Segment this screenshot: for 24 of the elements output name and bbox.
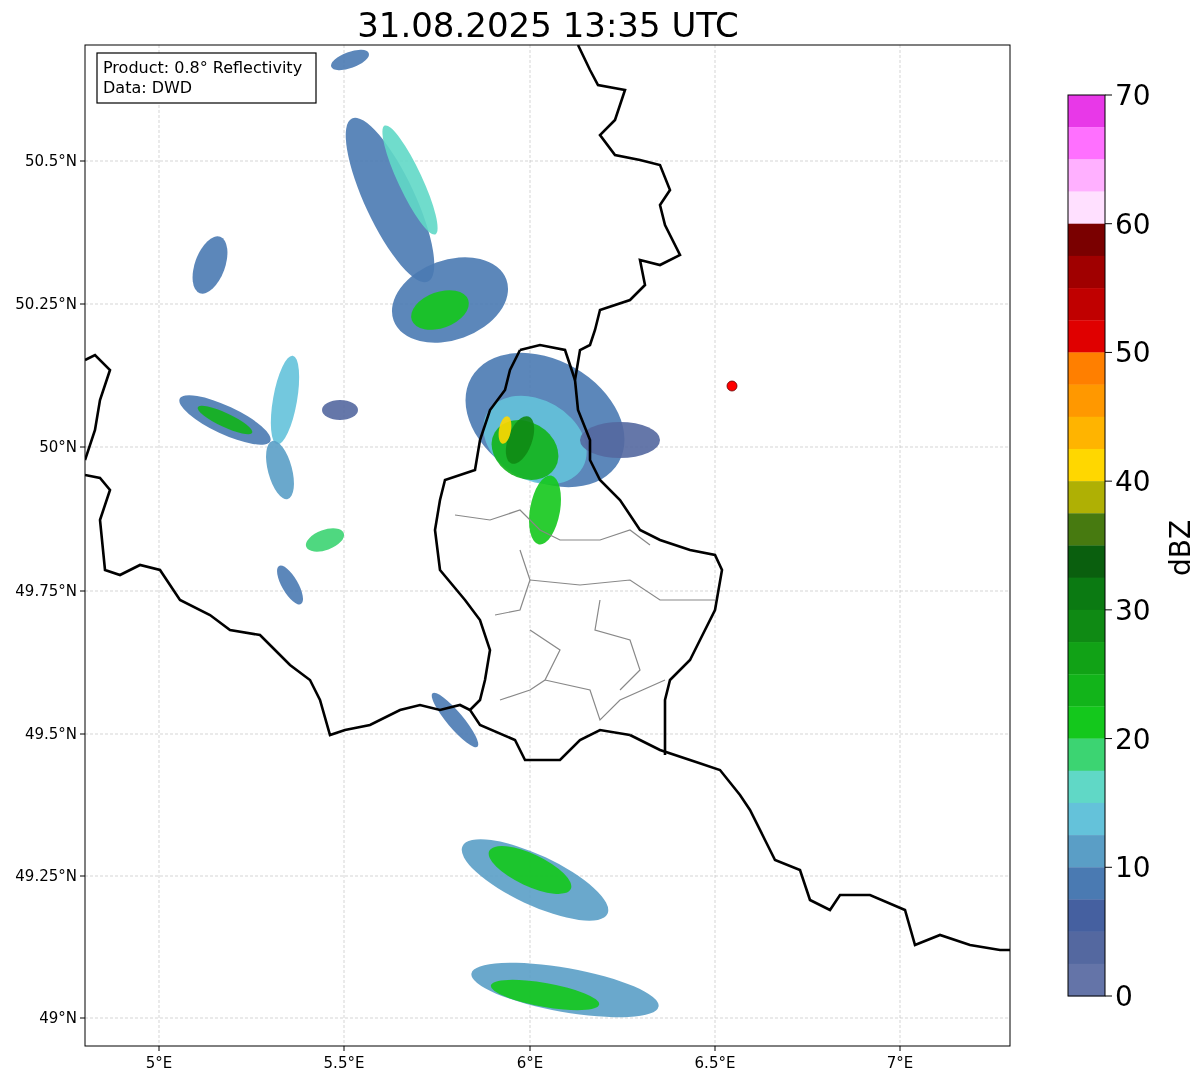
colorbar-tick-label: 30 bbox=[1115, 593, 1151, 627]
latitude-label: 50.5°N bbox=[24, 152, 77, 170]
latitude-label: 49°N bbox=[39, 1009, 77, 1027]
colorbar-tick-label: 10 bbox=[1115, 851, 1151, 885]
latitude-label: 49.5°N bbox=[24, 725, 77, 743]
latitude-label: 50.25°N bbox=[15, 295, 77, 313]
longitude-label: 6°E bbox=[516, 1054, 544, 1072]
longitude-label: 6.5°E bbox=[694, 1054, 736, 1072]
info-text: Data: DWD bbox=[103, 78, 193, 97]
chart-title: 31.08.2025 13:35 UTC bbox=[357, 5, 739, 45]
colorbar-tick-label: 40 bbox=[1115, 465, 1151, 499]
longitude-label: 7°E bbox=[886, 1054, 914, 1072]
colorbar-tick-label: 60 bbox=[1115, 207, 1151, 241]
colorbar-tick-label: 0 bbox=[1115, 980, 1133, 1013]
latitude-label: 50°N bbox=[39, 438, 77, 456]
latitude-label: 49.25°N bbox=[15, 867, 77, 885]
latitude-label: 49.75°N bbox=[15, 582, 77, 600]
info-text: Product: 0.8° Reflectivity bbox=[103, 58, 303, 77]
colorbar-tick-label: 50 bbox=[1115, 336, 1151, 370]
longitude-label: 5.5°E bbox=[323, 1054, 365, 1072]
longitude-label: 5°E bbox=[145, 1054, 173, 1072]
colorbar-tick-label: 20 bbox=[1115, 722, 1151, 756]
colorbar-label: dBZ bbox=[1164, 519, 1197, 577]
colorbar-tick-label: 70 bbox=[1115, 79, 1151, 112]
